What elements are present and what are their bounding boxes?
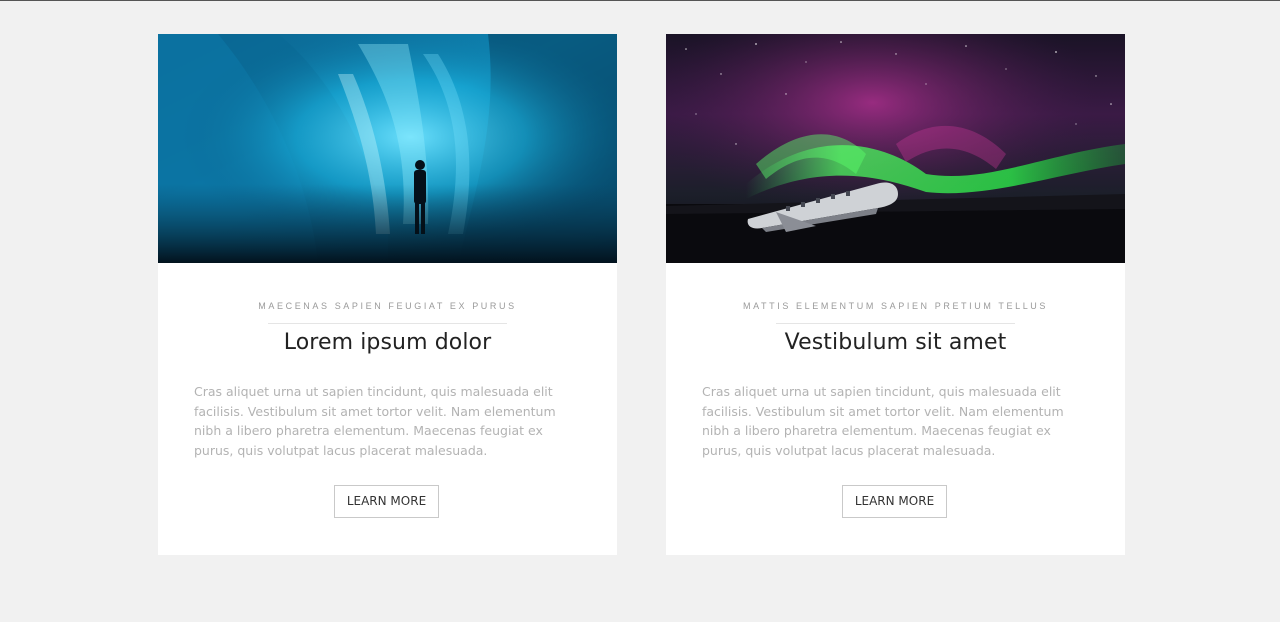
card-title: Vestibulum sit amet [784, 330, 1007, 355]
kicker-divider [776, 323, 1015, 324]
aurora-plane-image [666, 34, 1125, 263]
card-aurora: MATTIS ELEMENTUM SAPIEN PRETIUM TELLUS V… [666, 34, 1125, 555]
card-ice-cave: MAECENAS SAPIEN FEUGIAT EX PURUS Lorem i… [158, 34, 617, 555]
card-title: Lorem ipsum dolor [283, 330, 492, 355]
card-kicker: MATTIS ELEMENTUM SAPIEN PRETIUM TELLUS [743, 301, 1048, 311]
learn-more-button[interactable]: LEARN MORE [842, 485, 947, 518]
learn-more-button[interactable]: LEARN MORE [334, 485, 439, 518]
kicker-divider [268, 323, 507, 324]
ice-cave-image [158, 34, 617, 263]
card-description: Cras aliquet urna ut sapien tincidunt, q… [702, 384, 1064, 458]
card-kicker: MAECENAS SAPIEN FEUGIAT EX PURUS [258, 301, 517, 311]
card-description: Cras aliquet urna ut sapien tincidunt, q… [194, 384, 556, 458]
